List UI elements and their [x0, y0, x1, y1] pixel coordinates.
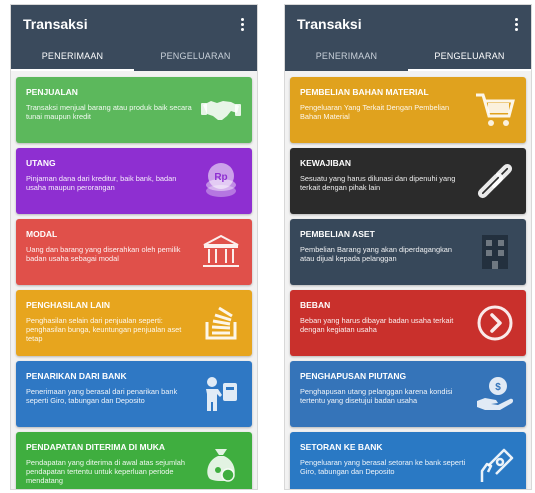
tab-pengeluaran[interactable]: PENGELUARAN — [408, 43, 531, 71]
card-description: Penerimaan yang berasal dari penarikan b… — [26, 387, 178, 406]
card-description: Pengeluaran Yang Terkait Dengan Pembelia… — [300, 103, 450, 122]
tab-pengeluaran[interactable]: PENGELUARAN — [134, 43, 257, 71]
app-bar: Transaksi — [285, 5, 531, 43]
card-description: Pembelian Barang yang akan diperdagangka… — [300, 245, 453, 264]
building-icon — [474, 231, 516, 273]
card-penarikan-dari-bank[interactable]: PENARIKAN DARI BANK Penerimaan yang bera… — [16, 361, 252, 427]
card-description: Pinjaman dana dari kreditur, baik bank, … — [26, 174, 177, 193]
card-penghasilan-lain[interactable]: PENGHASILAN LAIN Penghasilan selain dari… — [16, 290, 252, 356]
tab-penerimaan[interactable]: PENERIMAAN — [285, 43, 408, 71]
card-title: PENGHAPUSAN PIUTANG — [300, 371, 407, 381]
card-description: Pendapatan yang diterima di awal atas se… — [26, 458, 185, 486]
card-list: PEMBELIAN BAHAN MATERIAL Pengeluaran Yan… — [285, 71, 531, 489]
tab-penerimaan[interactable]: PENERIMAAN — [11, 43, 134, 71]
chevron-circle-icon — [474, 302, 516, 344]
card-description: Penghapusan utang pelanggan karena kondi… — [300, 387, 453, 406]
card-modal[interactable]: MODAL Uang dan barang yang diserahkan ol… — [16, 219, 252, 285]
money-bag-icon — [200, 444, 242, 486]
card-description: Pengeluaran yang berasal setoran ke bank… — [300, 458, 466, 477]
card-title: UTANG — [26, 158, 56, 168]
overflow-menu-icon[interactable] — [509, 14, 523, 34]
card-description: Penghasilan selain dari penjualan sepert… — [26, 316, 182, 344]
card-title: PENGHASILAN LAIN — [26, 300, 111, 310]
link-icon — [474, 160, 516, 202]
app-bar: Transaksi — [11, 5, 257, 43]
card-kewajiban[interactable]: KEWAJIBAN Sesuatu yang harus dilunasi da… — [290, 148, 526, 214]
card-penjualan[interactable]: PENJUALAN Transaksi menjual barang atau … — [16, 77, 252, 143]
card-beban[interactable]: BEBAN Beban yang harus dibayar badan usa… — [290, 290, 526, 356]
card-description: Beban yang harus dibayar badan usaha ter… — [300, 316, 454, 335]
card-title: SETORAN KE BANK — [300, 442, 383, 452]
card-utang[interactable]: UTANG Pinjaman dana dari kreditur, baik … — [16, 148, 252, 214]
stack-icon — [200, 302, 242, 344]
card-penghapusan-piutang[interactable]: PENGHAPUSAN PIUTANG Penghapusan utang pe… — [290, 361, 526, 427]
card-title: BEBAN — [300, 300, 331, 310]
svg-text:Rp: Rp — [214, 172, 227, 183]
app-title: Transaksi — [297, 16, 362, 32]
withdraw-icon — [200, 373, 242, 415]
card-title: PENDAPATAN DITERIMA DI MUKA — [26, 442, 165, 452]
card-pembelian-aset[interactable]: PEMBELIAN ASET Pembelian Barang yang aka… — [290, 219, 526, 285]
card-title: PENJUALAN — [26, 87, 78, 97]
handshake-icon — [200, 89, 242, 131]
card-title: PEMBELIAN ASET — [300, 229, 375, 239]
card-list: PENJUALAN Transaksi menjual barang atau … — [11, 71, 257, 489]
card-pembelian-bahan-material[interactable]: PEMBELIAN BAHAN MATERIAL Pengeluaran Yan… — [290, 77, 526, 143]
card-description: Sesuatu yang harus dilunasi dan dipenuhi… — [300, 174, 456, 193]
card-title: PENARIKAN DARI BANK — [26, 371, 127, 381]
tab-bar: PENERIMAAN PENGELUARAN — [285, 43, 531, 71]
app-title: Transaksi — [23, 16, 88, 32]
svg-text:$: $ — [495, 382, 501, 393]
card-description: Transaksi menjual barang atau produk bai… — [26, 103, 192, 122]
card-description: Uang dan barang yang diserahkan oleh pem… — [26, 245, 181, 264]
card-setoran-ke-bank[interactable]: SETORAN KE BANK Pengeluaran yang berasal… — [290, 432, 526, 489]
shopping-cart-icon — [474, 89, 516, 131]
card-pendapatan-diterima-di-muka[interactable]: PENDAPATAN DITERIMA DI MUKA Pendapatan y… — [16, 432, 252, 489]
card-title: PEMBELIAN BAHAN MATERIAL — [300, 87, 429, 97]
overflow-menu-icon[interactable] — [235, 14, 249, 34]
card-title: KEWAJIBAN — [300, 158, 352, 168]
card-title: MODAL — [26, 229, 58, 239]
left-phone-screen: Transaksi PENERIMAAN PENGELUARAN PENJUAL… — [10, 4, 258, 490]
right-phone-screen: Transaksi PENERIMAAN PENGELUARAN PEMBELI… — [284, 4, 532, 490]
deposit-icon — [474, 444, 516, 486]
bank-icon — [200, 231, 242, 273]
tab-bar: PENERIMAAN PENGELUARAN — [11, 43, 257, 71]
rp-coins-icon: Rp — [200, 160, 242, 202]
hand-coin-icon: $ — [474, 373, 516, 415]
